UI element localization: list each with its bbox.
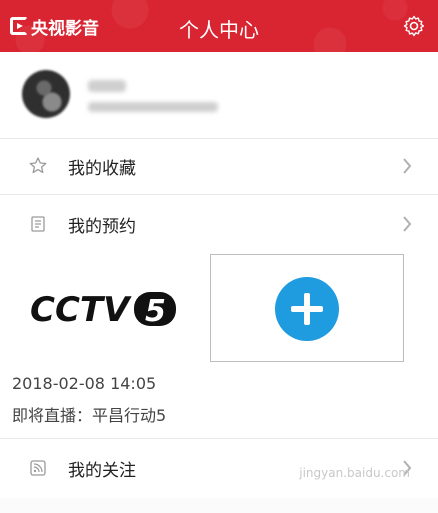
add-reservation-card[interactable] [210, 254, 404, 362]
chevron-right-icon [403, 158, 412, 174]
gear-icon[interactable] [402, 14, 426, 38]
divider [0, 438, 438, 439]
program-live-text: 即将直播：平昌行动5 [12, 406, 167, 425]
document-icon [31, 216, 45, 232]
divider [0, 194, 438, 195]
menu-item-favorites[interactable]: 我的收藏 [0, 138, 438, 194]
avatar[interactable] [22, 70, 70, 118]
user-profile[interactable] [0, 52, 438, 138]
star-icon [29, 157, 47, 174]
top-bar: 央视影音 个人中心 [0, 0, 438, 52]
watermark: jingyan.baidu.com [299, 466, 410, 480]
program-datetime: 2018-02-08 14:05 [12, 374, 157, 393]
page-title: 个人中心 [179, 18, 259, 42]
menu-item-label: 我的收藏 [68, 159, 136, 179]
cctv-logo-text: CCTV [30, 290, 132, 330]
rss-icon [30, 460, 46, 476]
user-info-obscured [88, 102, 218, 112]
menu-item-label: 我的关注 [68, 461, 136, 481]
menu-item-label: 我的预约 [68, 217, 136, 237]
menu-item-reservations[interactable]: 我的预约 [0, 196, 438, 252]
chevron-right-icon [403, 216, 412, 232]
cctv-logo-number: 5 [145, 294, 166, 329]
plus-icon[interactable] [275, 277, 339, 341]
bottom-strip [0, 498, 438, 513]
channel-logo[interactable]: CCTV 5 [30, 288, 178, 330]
username-obscured [88, 80, 126, 92]
